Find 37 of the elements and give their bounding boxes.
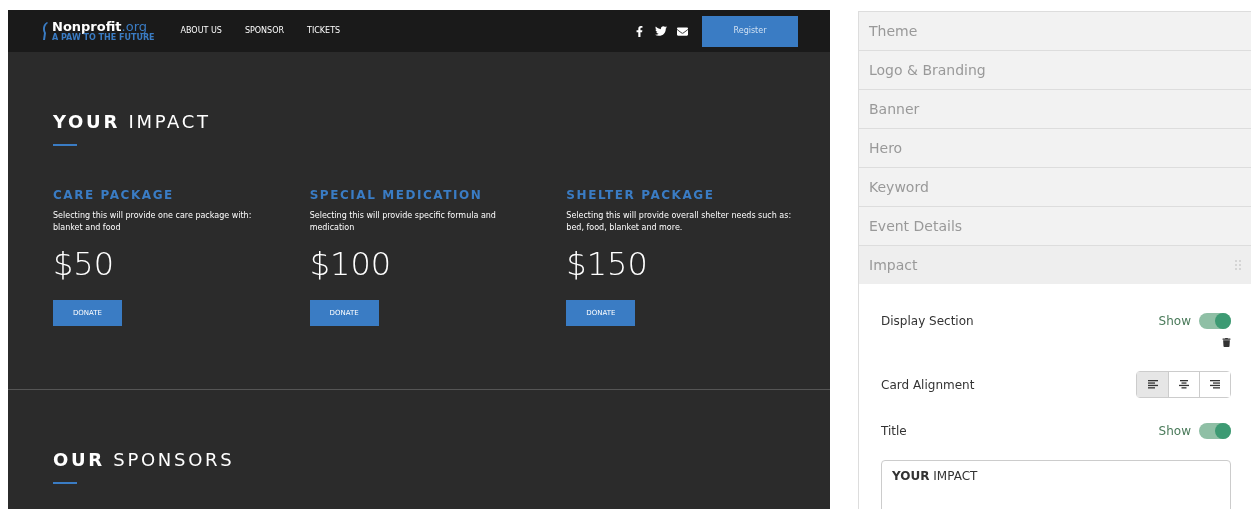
register-button[interactable]: Register xyxy=(702,15,798,47)
card-description: Selecting this will provide one care package with: blanket and food xyxy=(53,210,253,234)
setting-label: Title xyxy=(881,423,907,440)
facebook-icon[interactable] xyxy=(634,25,645,37)
panel-header[interactable]: Impact xyxy=(859,246,1251,284)
section-title: YOUR IMPACT xyxy=(53,110,212,134)
ribbon-icon xyxy=(42,21,49,41)
card-title: CARE PACKAGE xyxy=(53,187,174,204)
trash-icon[interactable] xyxy=(1222,338,1231,347)
nav-link[interactable]: SPONSOR xyxy=(244,25,284,37)
alignment-button[interactable] xyxy=(1137,372,1168,397)
toggle-state-label: Show xyxy=(1158,423,1191,440)
price: $50 xyxy=(53,248,115,280)
toggle-state-label: Show xyxy=(1158,313,1191,330)
card-description: Selecting this will provide overall shelter needs such as: bed, food, blanket and more. xyxy=(566,210,793,234)
setting-label: Display Section xyxy=(881,313,974,330)
price: $100 xyxy=(309,248,392,280)
setting-label: Card Alignment xyxy=(881,376,975,394)
logo-text[interactable]: Nonprofit.org xyxy=(52,20,155,33)
twitter-icon[interactable] xyxy=(655,25,667,37)
card-title: SPECIAL MEDICATION xyxy=(309,187,483,204)
card-title: SHELTER PACKAGE xyxy=(566,187,715,204)
nav-link[interactable]: TICKETS xyxy=(307,25,341,37)
nav-link[interactable]: ABOUT US xyxy=(180,25,222,37)
align-right-icon xyxy=(1210,380,1220,389)
alignment-button[interactable] xyxy=(1199,372,1230,397)
align-left-icon xyxy=(1147,380,1158,389)
toggle-switch[interactable] xyxy=(1199,423,1231,439)
price: $150 xyxy=(566,248,648,280)
toggle-switch[interactable] xyxy=(1199,313,1231,329)
section-title: OUR SPONSORS xyxy=(53,448,236,472)
title-field[interactable]: YOUR IMPACT xyxy=(881,460,1231,509)
card-description: Selecting this will provide specific formula and medication xyxy=(309,210,497,234)
tagline: A PAW TO THE FUTURE xyxy=(52,34,155,42)
drag-handle-icon[interactable] xyxy=(1235,260,1241,270)
mail-icon[interactable] xyxy=(677,25,688,37)
align-center-icon xyxy=(1179,380,1189,389)
